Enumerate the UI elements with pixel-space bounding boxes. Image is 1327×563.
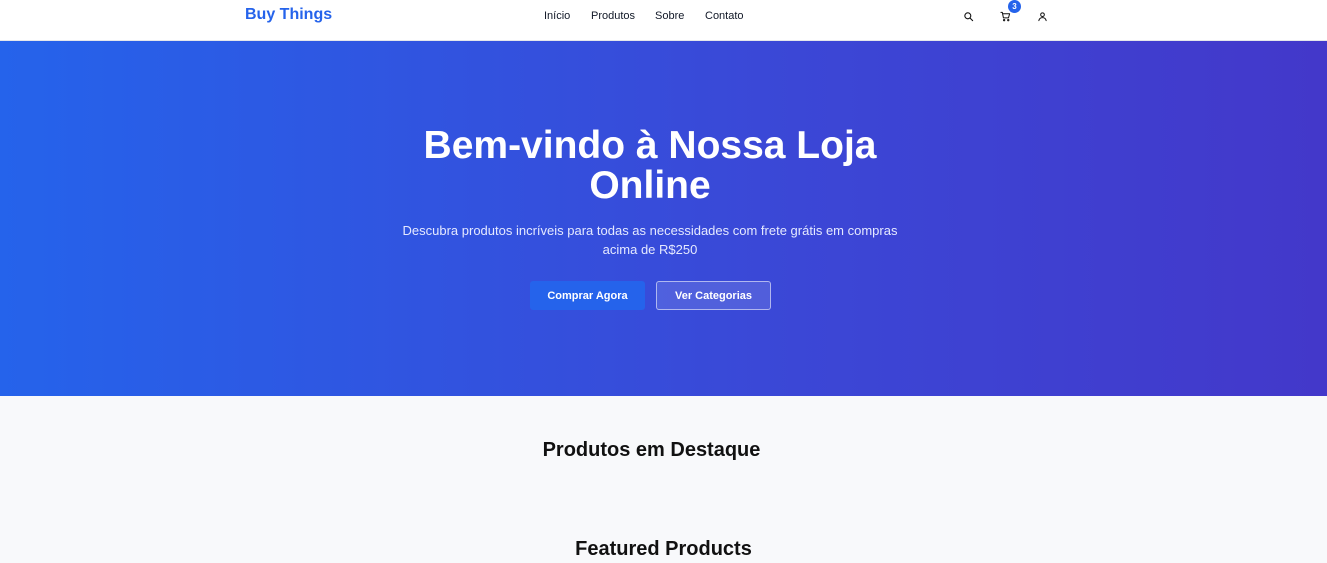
featured-products-heading-en: Featured Products bbox=[575, 538, 752, 560]
nav-link-sobre[interactable]: Sobre bbox=[655, 10, 684, 22]
hero-title: Bem-vindo à Nossa Loja Online bbox=[423, 124, 877, 207]
top-navbar: Buy Things Início Produtos Sobre Contato… bbox=[0, 0, 1327, 41]
brand-logo-link[interactable]: Buy Things bbox=[245, 6, 332, 24]
search-button[interactable] bbox=[960, 8, 976, 24]
featured-products-heading-pt: Produtos em Destaque bbox=[542, 439, 761, 461]
nav-link-contato[interactable]: Contato bbox=[705, 10, 744, 22]
nav-link-produtos[interactable]: Produtos bbox=[591, 10, 635, 22]
cart-icon bbox=[999, 11, 1010, 21]
cart-count-badge: 3 bbox=[1008, 0, 1021, 13]
search-icon bbox=[963, 11, 973, 21]
user-icon bbox=[1037, 11, 1047, 21]
hero-banner: Bem-vindo à Nossa Loja Online Descubra p… bbox=[0, 41, 1327, 396]
view-categories-button[interactable]: Ver Categorias bbox=[656, 281, 771, 310]
hero-subtitle: Descubra produtos incríveis para todas a… bbox=[402, 223, 898, 257]
shop-now-button[interactable]: Comprar Agora bbox=[530, 281, 645, 310]
user-account-button[interactable] bbox=[1034, 8, 1050, 24]
nav-link-inicio[interactable]: Início bbox=[544, 10, 570, 22]
